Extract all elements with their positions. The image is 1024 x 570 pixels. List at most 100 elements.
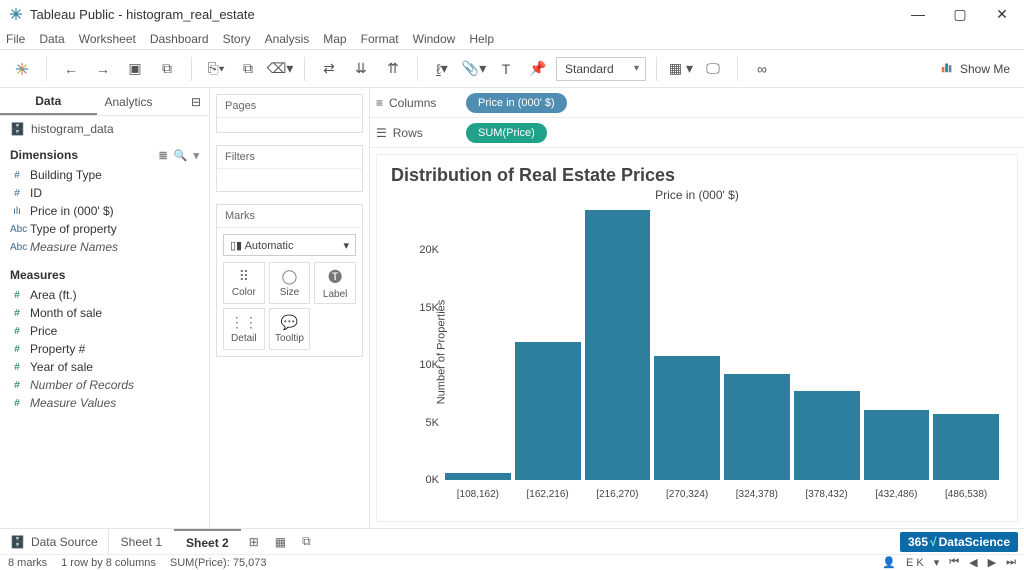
menu-dashboard[interactable]: Dashboard <box>150 32 209 46</box>
sort-desc-button[interactable]: ⇈ <box>379 55 407 83</box>
clear-button[interactable]: ⌫▾ <box>266 55 294 83</box>
dimensions-header-label: Dimensions <box>10 148 78 162</box>
x-tick: [324,378) <box>724 489 790 500</box>
separator <box>304 57 305 81</box>
menu-map[interactable]: Map <box>323 32 346 46</box>
close-button[interactable]: ✕ <box>992 6 1012 23</box>
field-measure-names[interactable]: AbcMeasure Names <box>4 238 205 256</box>
status-menu-icon[interactable]: ▾ <box>934 556 940 569</box>
hash-icon: # <box>10 188 24 199</box>
highlight-button[interactable]: ℓ ▾ <box>428 55 456 83</box>
field-property-num[interactable]: #Property # <box>4 340 205 358</box>
pages-shelf[interactable]: Pages <box>216 94 363 133</box>
menu-format[interactable]: Format <box>361 32 399 46</box>
search-icon[interactable]: 🔍 <box>174 149 188 162</box>
presentation-button[interactable]: 🖵 <box>699 55 727 83</box>
bar[interactable] <box>724 374 790 480</box>
bar[interactable] <box>864 410 930 480</box>
swap-button[interactable]: ⇄ <box>315 55 343 83</box>
tab-data[interactable]: Data <box>0 88 97 115</box>
showme-button[interactable]: Show Me <box>934 56 1016 81</box>
fit-dropdown[interactable]: Standard <box>556 57 646 81</box>
bar[interactable] <box>794 391 860 480</box>
maximize-button[interactable]: ▢ <box>950 6 970 23</box>
menu-analysis[interactable]: Analysis <box>265 32 310 46</box>
y-ticks: 0K5K10K15K20K <box>409 204 439 480</box>
pin-button[interactable]: 📌 <box>524 55 552 83</box>
separator <box>46 57 47 81</box>
bar-icon: ▯▮ <box>230 240 242 252</box>
field-price[interactable]: #Price <box>4 322 205 340</box>
bar[interactable] <box>515 342 581 480</box>
dimensions-menu-icon[interactable]: ▾ <box>193 149 199 162</box>
field-month-of-sale[interactable]: #Month of sale <box>4 304 205 322</box>
bar[interactable] <box>933 414 999 480</box>
field-area[interactable]: #Area (ft.) <box>4 286 205 304</box>
rows-shelf[interactable]: ☰Rows SUM(Price) <box>370 118 1024 148</box>
marks-tooltip[interactable]: 💬Tooltip <box>269 308 311 350</box>
status-nav-prev[interactable]: ◀ <box>969 556 977 569</box>
datasource-name: histogram_data <box>31 122 114 136</box>
field-type-of-property[interactable]: AbcType of property <box>4 220 205 238</box>
duplicate-button[interactable]: ⧉ <box>234 55 262 83</box>
status-nav-first[interactable]: ⏮ <box>949 556 959 569</box>
field-id[interactable]: #ID <box>4 184 205 202</box>
field-measure-values[interactable]: #Measure Values <box>4 394 205 412</box>
showme-icon <box>940 60 954 77</box>
new-datasource-button[interactable]: ⧉ <box>153 55 181 83</box>
columns-shelf[interactable]: ≡Columns Price in (000' $) <box>370 88 1024 118</box>
new-dashboard-button[interactable]: ▦ <box>267 535 294 549</box>
menu-window[interactable]: Window <box>413 32 456 46</box>
tableau-logo-button[interactable] <box>8 55 36 83</box>
status-nav-next[interactable]: ▶ <box>988 556 996 569</box>
menu-story[interactable]: Story <box>223 32 251 46</box>
status-nav-last[interactable]: ⏭ <box>1006 556 1016 569</box>
redo-button[interactable]: → <box>89 55 117 83</box>
labels-button[interactable]: T <box>492 55 520 83</box>
field-year-of-sale[interactable]: #Year of sale <box>4 358 205 376</box>
view-mode-icon[interactable]: ≣ <box>159 149 168 162</box>
y-tick: 15K <box>419 302 439 314</box>
field-number-of-records[interactable]: #Number of Records <box>4 376 205 394</box>
minimize-button[interactable]: — <box>908 6 928 23</box>
bar[interactable] <box>654 356 720 480</box>
bar[interactable] <box>445 473 511 480</box>
columns-pill[interactable]: Price in (000' $) <box>466 93 567 113</box>
marks-color[interactable]: ⠿Color <box>223 262 265 304</box>
sort-asc-button[interactable]: ⇊ <box>347 55 375 83</box>
marks-size[interactable]: ◯Size <box>269 262 311 304</box>
undo-button[interactable]: ← <box>57 55 85 83</box>
new-sheet-button[interactable]: ⊞ <box>241 535 267 549</box>
menu-data[interactable]: Data <box>39 32 64 46</box>
data-panel-tabs: Data Analytics ⊟ <box>0 88 209 116</box>
marks-type-dropdown[interactable]: ▯▮ Automatic▾ <box>223 234 356 256</box>
menu-file[interactable]: File <box>6 32 25 46</box>
rows-icon: ☰ <box>376 126 387 140</box>
viz-area: ≡Columns Price in (000' $) ☰Rows SUM(Pri… <box>370 88 1024 528</box>
color-icon: ⠿ <box>239 268 249 285</box>
filters-shelf[interactable]: Filters <box>216 145 363 192</box>
divider-icon: ⊟ <box>191 95 201 109</box>
new-worksheet-button[interactable]: ⎘▾ <box>202 55 230 83</box>
hash-icon: # <box>10 170 24 181</box>
view-cards-button[interactable]: ▦ ▾ <box>667 55 695 83</box>
new-story-button[interactable]: ⧉ <box>294 534 319 549</box>
group-button[interactable]: 📎▾ <box>460 55 488 83</box>
marks-label[interactable]: 🅣Label <box>314 262 356 304</box>
rows-pill[interactable]: SUM(Price) <box>466 123 547 143</box>
sheet-tab-1[interactable]: Sheet 1 <box>109 529 174 554</box>
field-price-bin[interactable]: ılıPrice in (000' $) <box>4 202 205 220</box>
datasource-row[interactable]: 🗄️ histogram_data <box>0 116 209 142</box>
field-building-type[interactable]: #Building Type <box>4 166 205 184</box>
data-panel: Data Analytics ⊟ 🗄️ histogram_data Dimen… <box>0 88 210 528</box>
tab-analytics[interactable]: Analytics ⊟ <box>97 88 210 115</box>
datasource-tab[interactable]: 🗄️ Data Source <box>0 529 109 554</box>
menu-help[interactable]: Help <box>469 32 494 46</box>
bar[interactable] <box>585 210 651 480</box>
menu-worksheet[interactable]: Worksheet <box>79 32 136 46</box>
sheet-tab-2[interactable]: Sheet 2 <box>174 529 241 554</box>
share-button[interactable]: ∞ <box>748 55 776 83</box>
marks-detail[interactable]: ⋮⋮Detail <box>223 308 265 350</box>
histogram-icon: ılı <box>10 206 24 217</box>
save-button[interactable]: ▣ <box>121 55 149 83</box>
